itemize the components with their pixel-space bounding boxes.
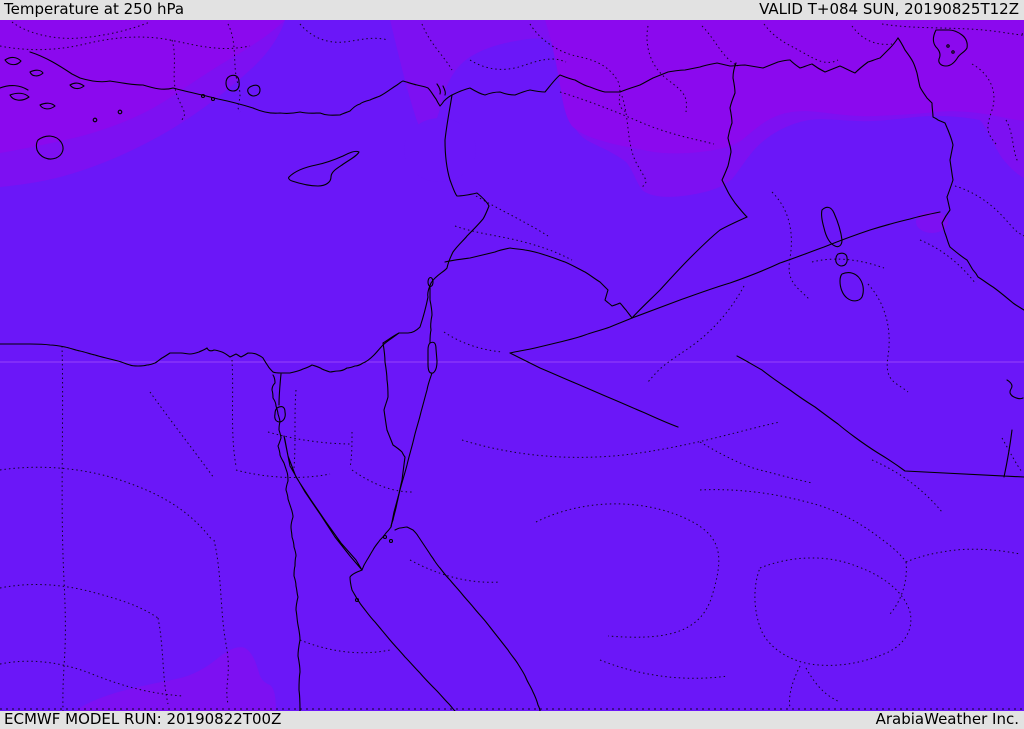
header-bar: Temperature at 250 hPa VALID T+084 SUN, … — [0, 0, 1024, 20]
weather-map-screenshot: Temperature at 250 hPa VALID T+084 SUN, … — [0, 0, 1024, 729]
map-title: Temperature at 250 hPa — [4, 0, 185, 18]
footer-bar: ECMWF MODEL RUN: 20190822T00Z ArabiaWeat… — [0, 711, 1024, 729]
valid-time: VALID T+084 SUN, 20190825T12Z — [759, 0, 1019, 18]
model-run-label: ECMWF MODEL RUN: 20190822T00Z — [4, 710, 282, 728]
brand-label: ArabiaWeather Inc. — [875, 710, 1019, 728]
map-canvas — [0, 20, 1024, 711]
temperature-map-svg — [0, 20, 1024, 711]
temp-patch-mid-blob — [916, 211, 948, 233]
temp-patch-cool-intrusion — [404, 118, 476, 182]
